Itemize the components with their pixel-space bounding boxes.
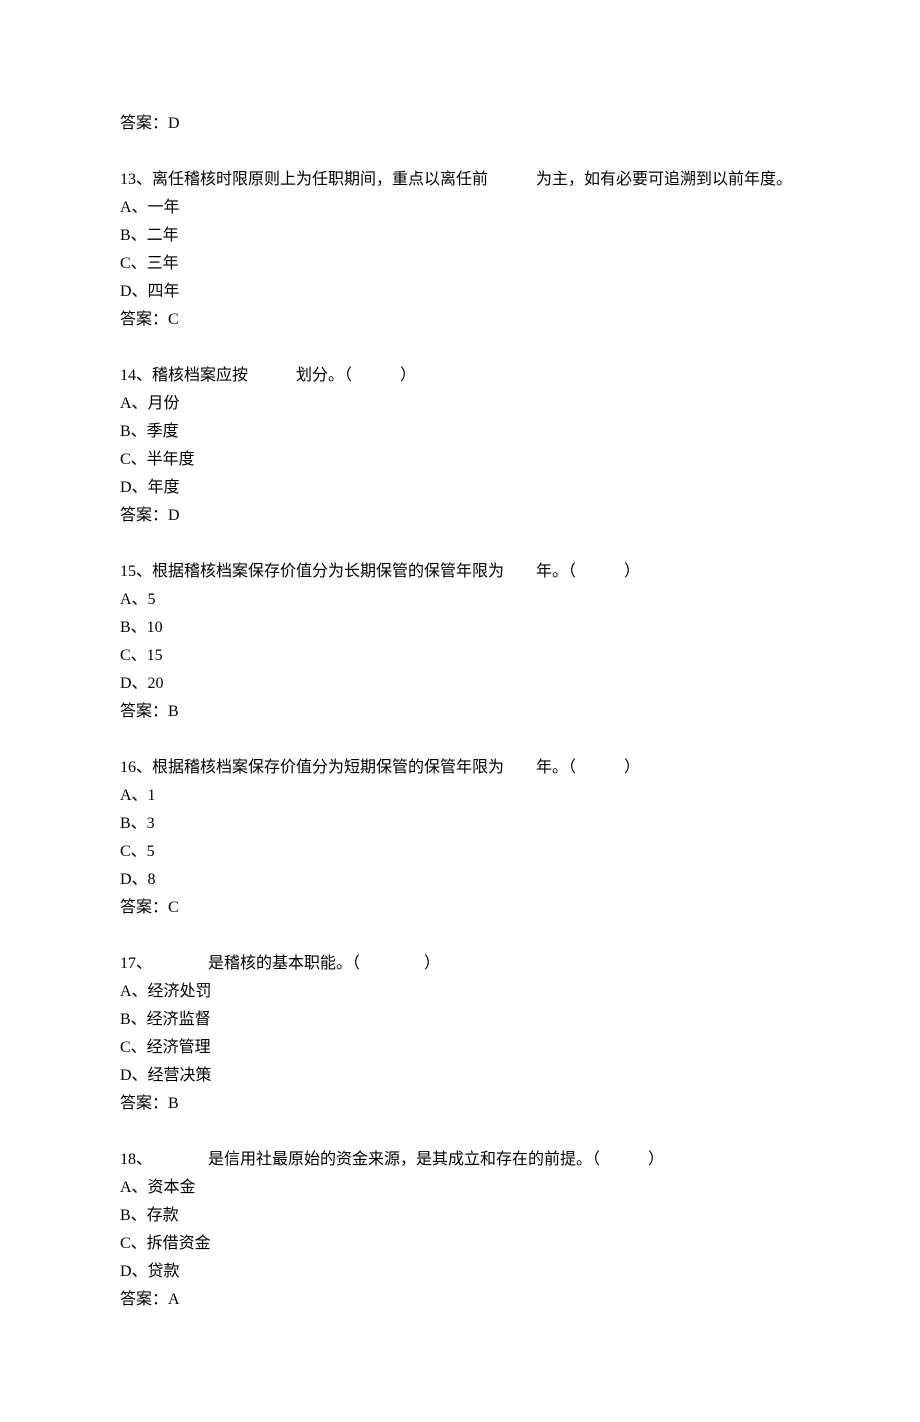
- option-c: C、经济管理: [120, 1034, 800, 1062]
- question-13: 13、离任稽核时限原则上为任职期间，重点以离任前 为主，如有必要可追溯到以前年度…: [120, 166, 800, 334]
- option-c: C、三年: [120, 250, 800, 278]
- option-d: D、四年: [120, 278, 800, 306]
- answer-label: 答案：B: [120, 1090, 800, 1118]
- option-d: D、经营决策: [120, 1062, 800, 1090]
- answer-label: 答案：D: [120, 502, 800, 530]
- option-d: D、贷款: [120, 1258, 800, 1286]
- question-stem: 18、 是信用社最原始的资金来源，是其成立和存在的前提。（ ）: [120, 1146, 800, 1174]
- question-stem: 13、离任稽核时限原则上为任职期间，重点以离任前 为主，如有必要可追溯到以前年度…: [120, 166, 800, 194]
- answer-label: 答案：B: [120, 698, 800, 726]
- option-c: C、拆借资金: [120, 1230, 800, 1258]
- option-a: A、经济处罚: [120, 978, 800, 1006]
- question-stem: 14、稽核档案应按 划分。（ ）: [120, 362, 800, 390]
- option-b: B、季度: [120, 418, 800, 446]
- option-b: B、经济监督: [120, 1006, 800, 1034]
- answer-label: 答案：C: [120, 894, 800, 922]
- option-d: D、年度: [120, 474, 800, 502]
- question-14: 14、稽核档案应按 划分。（ ） A、月份 B、季度 C、半年度 D、年度 答案…: [120, 362, 800, 530]
- option-c: C、15: [120, 642, 800, 670]
- option-d: D、8: [120, 866, 800, 894]
- question-17: 17、 是稽核的基本职能。（ ） A、经济处罚 B、经济监督 C、经济管理 D、…: [120, 950, 800, 1118]
- option-b: B、10: [120, 614, 800, 642]
- orphan-answer: 答案：D: [120, 110, 800, 138]
- question-stem: 17、 是稽核的基本职能。（ ）: [120, 950, 800, 978]
- question-16: 16、根据稽核档案保存价值分为短期保管的保管年限为 年。（ ） A、1 B、3 …: [120, 754, 800, 922]
- option-a: A、一年: [120, 194, 800, 222]
- question-stem: 16、根据稽核档案保存价值分为短期保管的保管年限为 年。（ ）: [120, 754, 800, 782]
- answer-label: 答案：A: [120, 1286, 800, 1314]
- answer-label: 答案：C: [120, 306, 800, 334]
- question-15: 15、根据稽核档案保存价值分为长期保管的保管年限为 年。（ ） A、5 B、10…: [120, 558, 800, 726]
- question-stem: 15、根据稽核档案保存价值分为长期保管的保管年限为 年。（ ）: [120, 558, 800, 586]
- option-c: C、5: [120, 838, 800, 866]
- option-a: A、月份: [120, 390, 800, 418]
- option-a: A、资本金: [120, 1174, 800, 1202]
- option-b: B、存款: [120, 1202, 800, 1230]
- option-b: B、二年: [120, 222, 800, 250]
- option-b: B、3: [120, 810, 800, 838]
- option-a: A、5: [120, 586, 800, 614]
- option-d: D、20: [120, 670, 800, 698]
- question-18: 18、 是信用社最原始的资金来源，是其成立和存在的前提。（ ） A、资本金 B、…: [120, 1146, 800, 1314]
- option-c: C、半年度: [120, 446, 800, 474]
- option-a: A、1: [120, 782, 800, 810]
